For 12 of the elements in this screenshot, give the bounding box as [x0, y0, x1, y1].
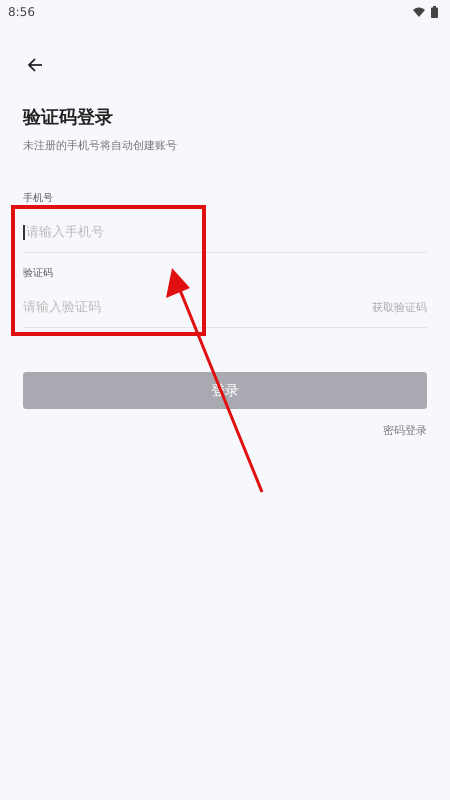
page-subtitle: 未注册的手机号将自动创建账号: [23, 138, 178, 154]
wifi-icon: [413, 7, 425, 17]
back-arrow-icon[interactable]: [26, 56, 44, 74]
input-field[interactable]: 请输入验证码: [23, 300, 372, 314]
password-login-link[interactable]: 密码登录: [383, 423, 427, 438]
field-label: 手机号: [23, 192, 53, 206]
input-field[interactable]: 请输入手机号: [23, 224, 427, 240]
battery-icon: [431, 6, 438, 18]
page-title: 验证码登录: [23, 106, 114, 130]
status-time: 8:56: [8, 5, 35, 19]
get-code-link[interactable]: 获取验证码: [372, 300, 427, 314]
field-label: 验证码: [23, 267, 53, 281]
